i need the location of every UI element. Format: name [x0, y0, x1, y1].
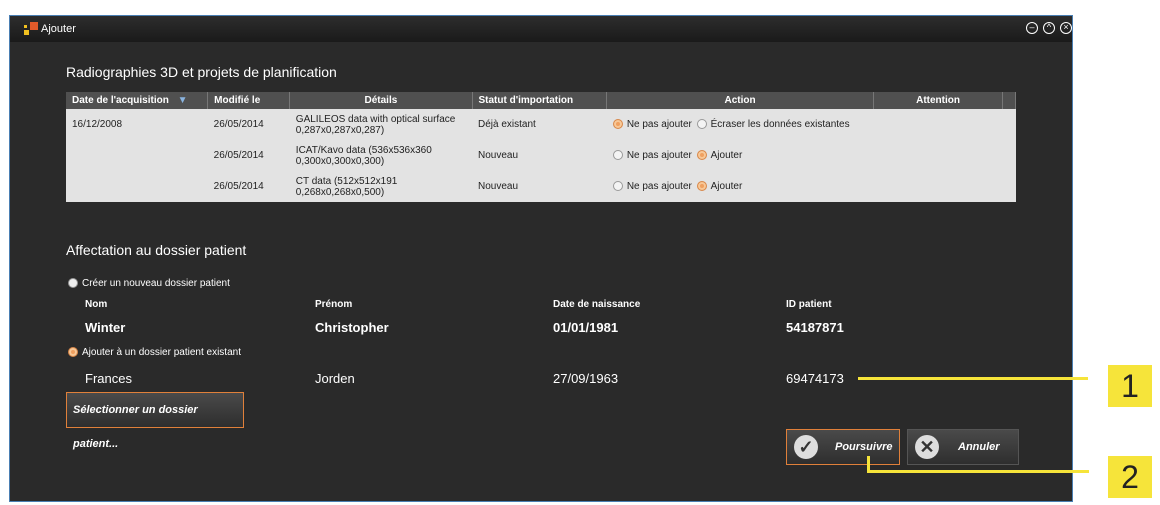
column-header-action[interactable]: Action: [606, 92, 874, 109]
header-dob: Date de naissance: [553, 299, 641, 310]
close-icon[interactable]: ×: [1060, 22, 1072, 34]
column-header-status[interactable]: Statut d'importation: [472, 92, 608, 109]
callout-2: 2: [1108, 456, 1152, 498]
check-icon: ✓: [794, 435, 818, 459]
maximize-icon[interactable]: ^: [1043, 22, 1055, 34]
column-header-details[interactable]: Détails: [289, 92, 473, 109]
header-patient-id: ID patient: [786, 299, 832, 310]
cell-status: Déjà existant: [478, 119, 536, 130]
header-nom: Nom: [85, 299, 108, 310]
radio-create-new[interactable]: [68, 278, 78, 289]
cell-action: Ne pas ajouter Ajouter: [607, 140, 873, 171]
imports-title: Radiographies 3D et projets de planifica…: [66, 64, 337, 80]
new-patient-nom: Winter: [85, 320, 126, 335]
cancel-button[interactable]: ✕ Annuler: [907, 429, 1019, 465]
radio-add-existing[interactable]: [68, 347, 78, 358]
table-header: Date de l'acquisition ▼ Modifié le Détai…: [66, 92, 1016, 109]
radio-do-not-add[interactable]: [612, 181, 623, 192]
cell-action: Ne pas ajouter Écraser les données exist…: [607, 109, 873, 140]
app-logo-icon: [24, 22, 38, 35]
cell-date: [66, 171, 208, 202]
table-row[interactable]: 16/12/2008 26/05/2014 GALILEOS data with…: [66, 109, 1016, 140]
callout-1-line: [858, 377, 1088, 380]
existing-patient-prenom: Jorden: [315, 371, 355, 386]
existing-patient-nom: Frances: [85, 371, 132, 386]
column-header-modified[interactable]: Modifié le: [207, 92, 291, 109]
assignment-title: Affectation au dossier patient: [66, 242, 247, 258]
callout-2-line-vertical: [867, 456, 870, 471]
window-title: Ajouter: [41, 23, 76, 35]
cell-date: [66, 140, 208, 171]
radio-add[interactable]: [696, 150, 707, 161]
imports-table: Date de l'acquisition ▼ Modifié le Détai…: [66, 92, 1016, 202]
table-row[interactable]: 26/05/2014 ICAT/Kavo data (536x536x360 0,…: [66, 140, 1016, 171]
cell-details: ICAT/Kavo data (536x536x360 0,300x0,300x0…: [295, 144, 432, 167]
cell-details: CT data (512x512x191 0,268x0,268x0,500): [295, 175, 398, 198]
table-row[interactable]: 26/05/2014 CT data (512x512x191 0,268x0,2…: [66, 171, 1016, 202]
callout-1: 1: [1108, 365, 1152, 407]
cell-status: Nouveau: [478, 150, 519, 161]
minimize-icon[interactable]: –: [1026, 22, 1038, 34]
new-patient-id: 54187871: [786, 320, 844, 335]
radio-add[interactable]: [696, 181, 707, 192]
x-icon: ✕: [915, 435, 939, 459]
existing-patient-id: 69474173: [786, 371, 844, 386]
column-header-attention[interactable]: Attention: [873, 92, 1004, 109]
callout-2-line: [867, 470, 1089, 473]
continue-button[interactable]: ✓ Poursuivre: [786, 429, 900, 465]
add-dialog: Ajouter – ^ × Radiographies 3D et projet…: [9, 15, 1073, 502]
cell-status: Nouveau: [478, 181, 519, 192]
existing-patient-dob: 27/09/1963: [553, 371, 619, 386]
radio-do-not-add[interactable]: [612, 119, 623, 130]
cell-modified: 26/05/2014: [213, 119, 264, 130]
add-existing-patient-option[interactable]: Ajouter à un dossier patient existant: [68, 347, 241, 358]
select-patient-file-button[interactable]: Sélectionner un dossier patient...: [66, 392, 244, 450]
header-prenom: Prénom: [315, 299, 353, 310]
cell-modified: 26/05/2014: [213, 181, 264, 192]
cell-date: 16/12/2008: [72, 119, 123, 130]
cell-details: GALILEOS data with optical surface 0,287x…: [295, 113, 456, 136]
cell-action: Ne pas ajouter Ajouter: [607, 171, 873, 202]
cell-modified: 26/05/2014: [213, 150, 264, 161]
radio-do-not-add[interactable]: [612, 150, 623, 161]
sort-down-icon: ▼: [177, 95, 188, 106]
new-patient-prenom: Christopher: [315, 320, 389, 335]
title-bar: Ajouter – ^ ×: [10, 16, 1072, 42]
create-new-patient-option[interactable]: Créer un nouveau dossier patient: [68, 278, 230, 289]
new-patient-dob: 01/01/1981: [553, 320, 619, 335]
column-header-date[interactable]: Date de l'acquisition ▼: [66, 92, 209, 109]
radio-overwrite[interactable]: [696, 119, 707, 130]
